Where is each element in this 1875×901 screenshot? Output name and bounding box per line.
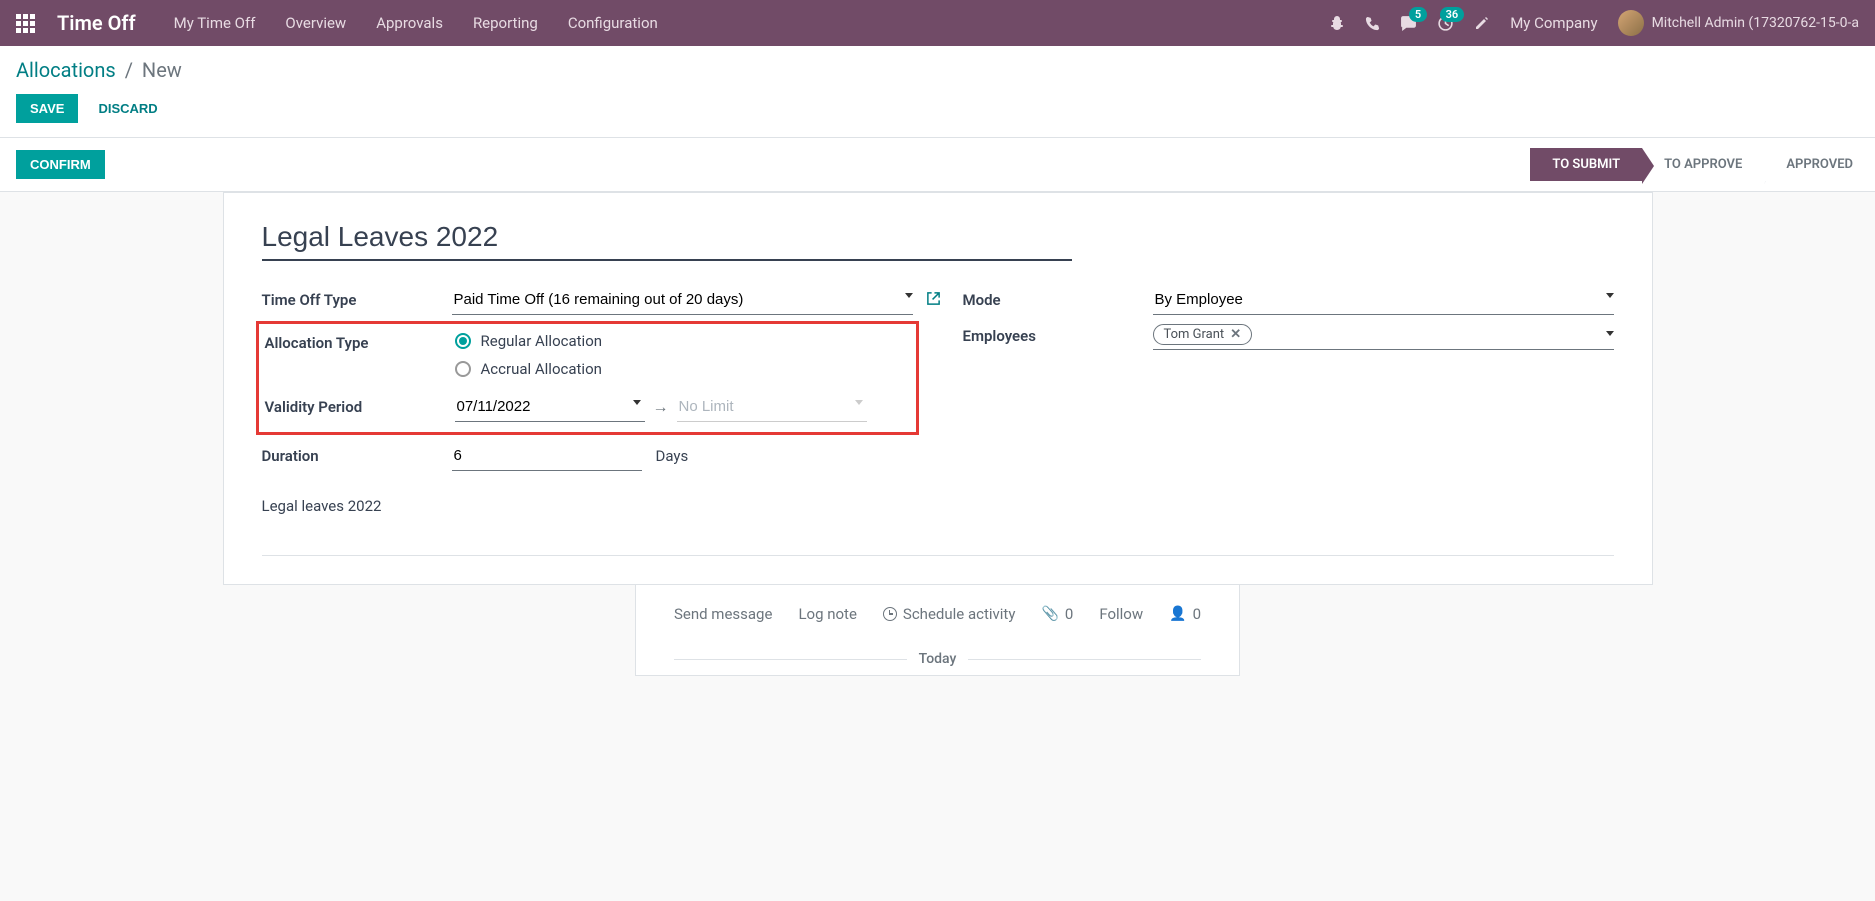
messages-badge: 5	[1409, 7, 1427, 22]
breadcrumb: Allocations / New	[16, 58, 1859, 82]
schedule-activity-button[interactable]: Schedule activity	[883, 605, 1016, 623]
header-right: 5 36 My Company Mitchell Admin (17320762…	[1329, 10, 1859, 36]
send-message-button[interactable]: Send message	[674, 605, 772, 623]
label-mode: Mode	[963, 285, 1153, 309]
label-duration: Duration	[262, 441, 452, 465]
chevron-down-icon[interactable]	[905, 293, 913, 298]
employee-tag: Tom Grant ✕	[1153, 324, 1253, 345]
top-header: Time Off My Time Off Overview Approvals …	[0, 0, 1875, 46]
status-to-submit[interactable]: TO SUBMIT	[1530, 148, 1642, 181]
close-icon[interactable]: ✕	[1230, 327, 1241, 342]
chevron-down-icon[interactable]	[1606, 331, 1614, 336]
title-input[interactable]	[262, 217, 1072, 261]
form-left-column: Time Off Type Allocation Type	[262, 285, 913, 545]
form-right-column: Mode Employees Tom Grant ✕	[963, 285, 1614, 545]
chevron-down-icon[interactable]	[633, 400, 641, 405]
user-name: Mitchell Admin (17320762-15-0-a	[1652, 15, 1859, 31]
label-validity-period: Validity Period	[265, 392, 455, 416]
status-to-approve[interactable]: TO APPROVE	[1642, 148, 1764, 181]
follower-count: 0	[1193, 605, 1201, 623]
label-employees: Employees	[963, 321, 1153, 345]
chevron-down-icon[interactable]	[855, 400, 863, 405]
label-allocation-type: Allocation Type	[265, 328, 455, 352]
company-selector[interactable]: My Company	[1510, 14, 1597, 32]
highlight-box: Allocation Type Regular Allocation Accru…	[256, 321, 919, 435]
user-icon: 👤	[1169, 606, 1186, 622]
app-title: Time Off	[57, 11, 136, 35]
status-steps: TO SUBMIT TO APPROVE APPROVED	[1530, 148, 1875, 181]
avatar	[1618, 10, 1644, 36]
radio-label-regular: Regular Allocation	[481, 332, 603, 350]
tools-icon[interactable]	[1474, 15, 1490, 31]
time-off-type-input[interactable]	[452, 285, 913, 315]
follow-button[interactable]: Follow	[1099, 605, 1143, 623]
chatter-date-separator: Today	[919, 651, 957, 667]
log-note-button[interactable]: Log note	[798, 605, 856, 623]
debug-icon[interactable]	[1329, 15, 1345, 31]
employee-tag-label: Tom Grant	[1164, 327, 1225, 342]
user-menu[interactable]: Mitchell Admin (17320762-15-0-a	[1618, 10, 1859, 36]
save-button[interactable]: SAVE	[16, 94, 78, 123]
chatter: Send message Log note Schedule activity …	[635, 585, 1240, 676]
validity-end-input[interactable]	[677, 392, 867, 422]
validity-start-input[interactable]	[455, 392, 645, 422]
schedule-activity-label: Schedule activity	[903, 605, 1016, 623]
nav-overview[interactable]: Overview	[285, 14, 346, 32]
employees-field[interactable]: Tom Grant ✕	[1153, 321, 1614, 350]
status-approved[interactable]: APPROVED	[1764, 148, 1875, 181]
paperclip-icon: 📎	[1041, 606, 1058, 622]
attach-count: 0	[1065, 605, 1073, 623]
nav-approvals[interactable]: Approvals	[376, 14, 443, 32]
control-panel: Allocations / New SAVE DISCARD	[0, 46, 1875, 138]
description-text[interactable]: Legal leaves 2022	[262, 497, 913, 545]
external-link-icon[interactable]	[926, 291, 941, 306]
allocation-type-radio-group: Regular Allocation Accrual Allocation	[455, 328, 910, 382]
phone-icon[interactable]	[1365, 16, 1380, 31]
duration-input[interactable]	[452, 441, 642, 471]
activities-badge: 36	[1440, 7, 1465, 22]
nav-reporting[interactable]: Reporting	[473, 14, 538, 32]
chevron-down-icon[interactable]	[1606, 293, 1614, 298]
nav-menu: My Time Off Overview Approvals Reporting…	[174, 14, 658, 32]
divider	[262, 555, 1614, 556]
discard-button[interactable]: DISCARD	[84, 94, 171, 123]
nav-configuration[interactable]: Configuration	[568, 14, 658, 32]
apps-menu-icon[interactable]	[16, 14, 35, 33]
breadcrumb-parent[interactable]: Allocations	[16, 58, 116, 82]
confirm-button[interactable]: CONFIRM	[16, 150, 105, 179]
duration-unit: Days	[656, 447, 689, 465]
status-bar: CONFIRM TO SUBMIT TO APPROVE APPROVED	[0, 138, 1875, 192]
followers-button[interactable]: 👤 0	[1169, 605, 1201, 623]
radio-label-accrual: Accrual Allocation	[481, 360, 602, 378]
messages-icon[interactable]: 5	[1400, 15, 1417, 32]
breadcrumb-current: New	[142, 58, 182, 82]
radio-regular-allocation[interactable]: Regular Allocation	[455, 332, 910, 350]
radio-accrual-allocation[interactable]: Accrual Allocation	[455, 360, 910, 378]
mode-input[interactable]	[1153, 285, 1614, 315]
attachments-button[interactable]: 📎 0	[1041, 605, 1073, 623]
form-sheet: Time Off Type Allocation Type	[223, 192, 1653, 585]
nav-my-time-off[interactable]: My Time Off	[174, 14, 256, 32]
arrow-right-icon: →	[653, 397, 669, 417]
label-time-off-type: Time Off Type	[262, 285, 452, 309]
clock-icon	[883, 607, 897, 621]
activities-icon[interactable]: 36	[1437, 15, 1454, 32]
